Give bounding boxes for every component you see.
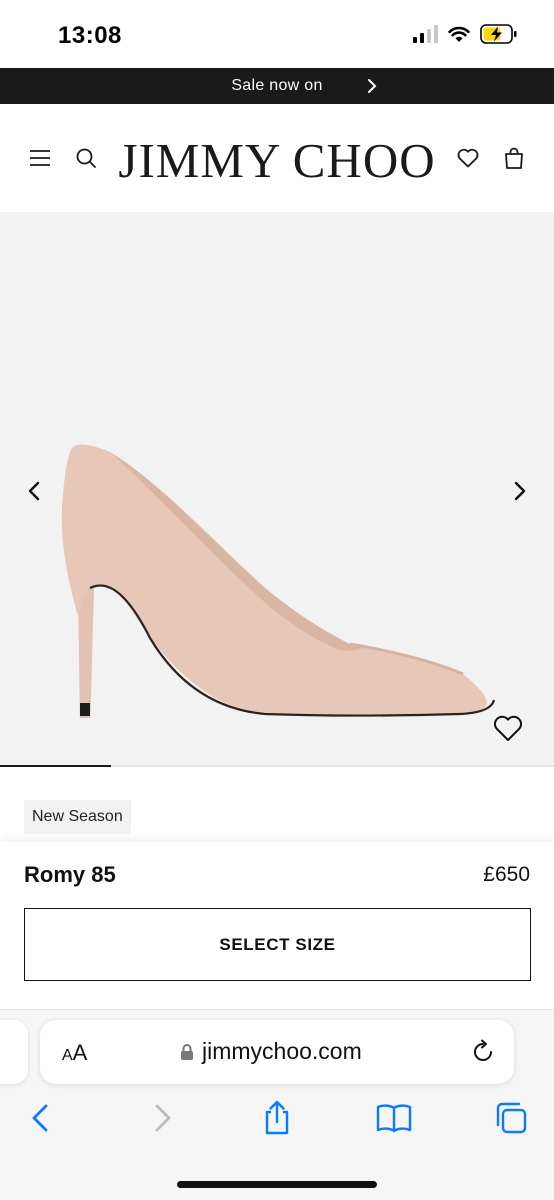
chevron-right-icon bbox=[368, 79, 377, 93]
add-to-wishlist-heart-icon[interactable] bbox=[492, 713, 524, 743]
browser-toolbar bbox=[0, 1100, 554, 1140]
address-bar[interactable]: AA jimmychoo.com bbox=[40, 1020, 514, 1084]
gallery-progress-bar bbox=[0, 765, 554, 767]
status-bar: 13:08 bbox=[0, 0, 554, 68]
tabs-icon[interactable] bbox=[493, 1100, 529, 1136]
reload-icon[interactable] bbox=[470, 1039, 496, 1065]
url-text: jimmychoo.com bbox=[202, 1038, 362, 1064]
site-header: JIMMY CHOO bbox=[0, 104, 554, 212]
search-icon[interactable] bbox=[74, 146, 98, 170]
gallery-progress-fill bbox=[0, 765, 111, 767]
shopping-bag-icon[interactable] bbox=[502, 146, 526, 170]
product-image-gallery[interactable] bbox=[0, 212, 554, 765]
back-arrow-icon[interactable] bbox=[24, 1100, 60, 1136]
product-price: £650 bbox=[483, 863, 530, 886]
status-icons bbox=[413, 24, 518, 44]
aa-large-letter: A bbox=[72, 1040, 88, 1065]
sale-banner[interactable]: Sale now on bbox=[0, 68, 554, 104]
wifi-icon bbox=[448, 26, 470, 42]
new-season-badge: New Season bbox=[24, 800, 131, 834]
gallery-previous-button[interactable] bbox=[22, 476, 46, 506]
gallery-next-button[interactable] bbox=[508, 476, 532, 506]
previous-tab-preview[interactable] bbox=[0, 1020, 28, 1084]
product-image-pump-shoe bbox=[61, 444, 496, 718]
product-name: Romy 85 bbox=[24, 862, 116, 887]
bookmarks-book-icon[interactable] bbox=[376, 1100, 412, 1136]
battery-charging-icon bbox=[480, 24, 517, 44]
status-time: 13:08 bbox=[58, 22, 122, 49]
lock-icon bbox=[181, 1043, 193, 1060]
cellular-signal-icon bbox=[413, 25, 438, 43]
reader-text-size-button[interactable]: AA bbox=[62, 1040, 87, 1066]
select-size-button[interactable]: SELECT SIZE bbox=[24, 908, 531, 981]
url-display[interactable]: jimmychoo.com bbox=[180, 1038, 362, 1065]
menu-icon[interactable] bbox=[28, 146, 52, 170]
wishlist-heart-icon[interactable] bbox=[456, 146, 480, 170]
home-indicator bbox=[177, 1181, 377, 1188]
forward-arrow-icon[interactable] bbox=[143, 1100, 179, 1136]
sale-banner-text: Sale now on bbox=[231, 77, 323, 94]
share-icon[interactable] bbox=[259, 1100, 295, 1136]
aa-small-letter: A bbox=[62, 1047, 73, 1064]
browser-chrome: AA jimmychoo.com bbox=[0, 1010, 554, 1200]
product-purchase-panel: Romy 85 £650 SELECT SIZE bbox=[0, 842, 554, 1010]
